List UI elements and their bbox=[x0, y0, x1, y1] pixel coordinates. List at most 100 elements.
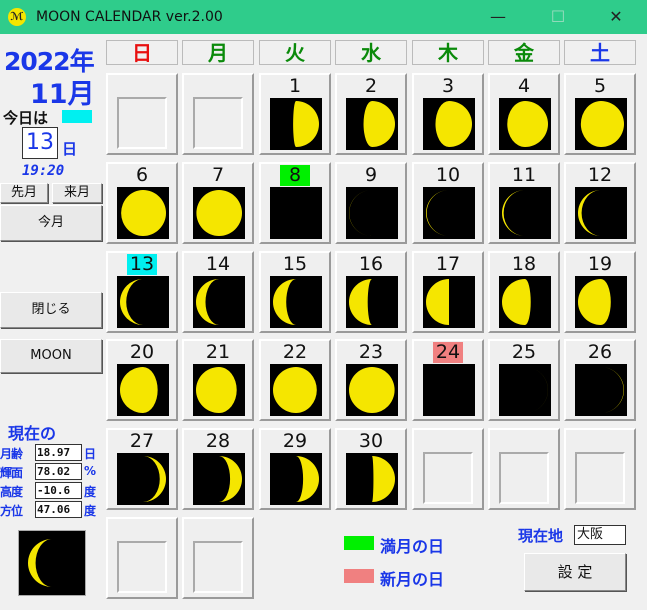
day-cell[interactable]: 27 bbox=[106, 428, 178, 510]
maximize-icon[interactable]: ☐ bbox=[535, 0, 581, 34]
day-number-text: 26 bbox=[587, 341, 613, 363]
day-number: 23 bbox=[337, 342, 405, 363]
moon-phase-icon bbox=[423, 187, 475, 239]
day-number-text: 30 bbox=[358, 430, 384, 452]
day-cell[interactable]: 20 bbox=[106, 339, 178, 421]
day-number: 8 bbox=[261, 165, 329, 186]
moon-phase-icon bbox=[499, 187, 551, 239]
moon-phase-icon bbox=[346, 364, 398, 416]
day-number: 6 bbox=[108, 165, 176, 186]
moon-phase-icon bbox=[193, 364, 245, 416]
day-cell[interactable]: 1 bbox=[259, 73, 331, 155]
day-number-text: 16 bbox=[358, 253, 384, 275]
day-cell[interactable]: 23 bbox=[335, 339, 407, 421]
day-cell[interactable]: 3 bbox=[412, 73, 484, 155]
day-cell[interactable]: 4 bbox=[488, 73, 560, 155]
weekday-header: 金 bbox=[488, 40, 560, 65]
day-cell[interactable]: 14 bbox=[182, 251, 254, 333]
empty-day-cell bbox=[564, 428, 636, 510]
day-cell[interactable]: 12 bbox=[564, 162, 636, 244]
day-number: 29 bbox=[261, 431, 329, 452]
moon-phase-icon bbox=[423, 364, 475, 416]
day-number: 13 bbox=[108, 254, 176, 275]
moon-button[interactable]: MOON bbox=[0, 339, 102, 373]
today-label: 今日は bbox=[3, 109, 49, 127]
day-number-text: 25 bbox=[511, 341, 537, 363]
day-cell[interactable]: 15 bbox=[259, 251, 331, 333]
moon-phase-icon bbox=[346, 453, 398, 505]
day-cell[interactable]: 18 bbox=[488, 251, 560, 333]
day-cell[interactable]: 2 bbox=[335, 73, 407, 155]
day-cell[interactable]: 16 bbox=[335, 251, 407, 333]
day-number: 1 bbox=[261, 76, 329, 97]
moon-phase-icon bbox=[346, 276, 398, 328]
moon-phase-icon bbox=[270, 187, 322, 239]
day-cell[interactable]: 17 bbox=[412, 251, 484, 333]
day-cell[interactable]: 9 bbox=[335, 162, 407, 244]
altitude-unit: 度 bbox=[84, 485, 97, 499]
day-cell[interactable]: 5 bbox=[564, 73, 636, 155]
day-cell[interactable]: 26 bbox=[564, 339, 636, 421]
settings-button[interactable]: 設 定 bbox=[524, 553, 626, 591]
day-cell[interactable]: 7 bbox=[182, 162, 254, 244]
day-cell[interactable]: 22 bbox=[259, 339, 331, 421]
day-number-text: 15 bbox=[282, 253, 308, 275]
day-number-text: 29 bbox=[282, 430, 308, 452]
moon-phase-icon bbox=[499, 98, 551, 150]
day-cell[interactable]: 28 bbox=[182, 428, 254, 510]
this-month-button[interactable]: 今月 bbox=[0, 205, 102, 241]
day-number-text: 5 bbox=[593, 75, 607, 97]
day-cell[interactable]: 11 bbox=[488, 162, 560, 244]
minimize-icon[interactable]: — bbox=[475, 0, 521, 34]
empty-day-cell bbox=[182, 517, 254, 599]
location-input[interactable]: 大阪 bbox=[574, 525, 626, 545]
new-moon-legend-label: 新月の日 bbox=[380, 570, 445, 589]
day-cell[interactable]: 29 bbox=[259, 428, 331, 510]
prev-month-button[interactable]: 先月 bbox=[0, 183, 48, 203]
day-number: 21 bbox=[184, 342, 252, 363]
moon-phase-icon bbox=[346, 187, 398, 239]
day-number-text: 11 bbox=[511, 164, 537, 186]
moon-age-unit: 日 bbox=[84, 447, 97, 461]
close-button[interactable]: 閉じる bbox=[0, 292, 102, 328]
empty-day-cell bbox=[412, 428, 484, 510]
moon-phase-icon bbox=[117, 453, 169, 505]
day-cell[interactable]: 19 bbox=[564, 251, 636, 333]
moon-phase-icon bbox=[270, 98, 322, 150]
empty-day-box bbox=[117, 97, 167, 149]
illumination-unit: % bbox=[84, 464, 97, 478]
illumination-label: 輝面 bbox=[0, 466, 23, 480]
weekday-header: 日 bbox=[106, 40, 178, 65]
day-number-text: 10 bbox=[435, 164, 461, 186]
close-window-icon[interactable]: ✕ bbox=[593, 0, 639, 34]
day-number-text: 22 bbox=[282, 341, 308, 363]
day-number: 11 bbox=[490, 165, 558, 186]
next-month-button[interactable]: 来月 bbox=[52, 183, 102, 203]
weekday-header: 月 bbox=[182, 40, 254, 65]
day-cell[interactable]: 13 bbox=[106, 251, 178, 333]
day-cell[interactable]: 30 bbox=[335, 428, 407, 510]
moon-phase-icon bbox=[423, 98, 475, 150]
day-number-text: 3 bbox=[441, 75, 455, 97]
day-number: 10 bbox=[414, 165, 482, 186]
day-cell[interactable]: 8 bbox=[259, 162, 331, 244]
day-number-text: 6 bbox=[135, 164, 149, 186]
day-cell[interactable]: 25 bbox=[488, 339, 560, 421]
month-label: 11月 bbox=[30, 79, 95, 110]
moon-phase-icon bbox=[117, 187, 169, 239]
moon-phase-icon bbox=[575, 98, 627, 150]
current-moon-image bbox=[18, 530, 86, 596]
moon-phase-icon bbox=[575, 364, 627, 416]
empty-day-cell bbox=[106, 517, 178, 599]
day-cell[interactable]: 24 bbox=[412, 339, 484, 421]
day-cell[interactable]: 21 bbox=[182, 339, 254, 421]
day-cell[interactable]: 10 bbox=[412, 162, 484, 244]
moon-age-row: 月齢 18.97 日 bbox=[0, 444, 104, 462]
moon-phase-icon bbox=[346, 98, 398, 150]
day-number-text: 12 bbox=[587, 164, 613, 186]
day-cell[interactable]: 6 bbox=[106, 162, 178, 244]
day-number: 15 bbox=[261, 254, 329, 275]
day-number-text: 24 bbox=[432, 342, 464, 363]
empty-day-box bbox=[193, 541, 243, 593]
today-day-field[interactable]: 13 bbox=[22, 127, 58, 159]
